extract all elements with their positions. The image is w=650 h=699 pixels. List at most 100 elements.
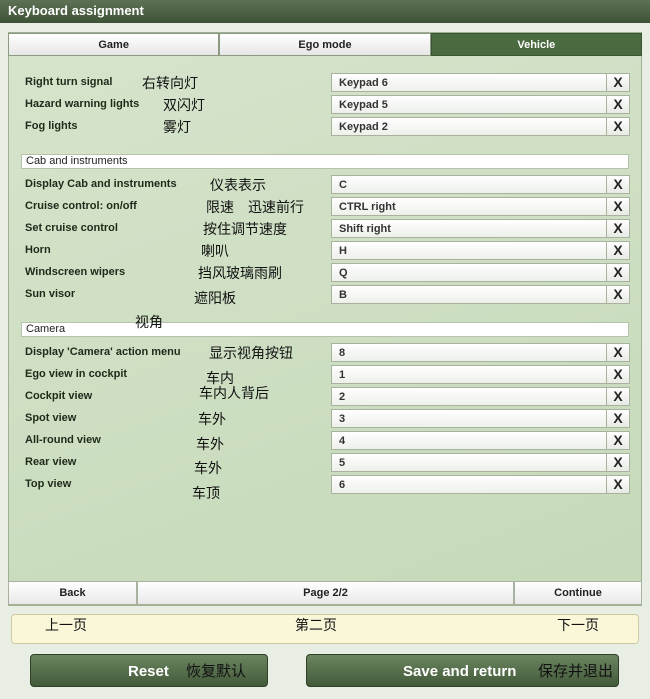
clear-binding-button[interactable]: X	[606, 197, 630, 216]
key-field[interactable]: C	[331, 175, 607, 194]
clear-binding-button[interactable]: X	[606, 285, 630, 304]
clear-binding-button[interactable]: X	[606, 263, 630, 282]
binding-label: All-round view	[25, 434, 101, 446]
save-translation: 保存并退出	[538, 662, 614, 680]
binding-translation: 挡风玻璃雨刷	[198, 266, 282, 282]
key-field[interactable]: Keypad 6	[331, 73, 607, 92]
save-and-return-button[interactable]: Save and return 保存并退出	[306, 654, 619, 687]
binding-row-cruise-control-toggle: Cruise control: on/off 限速 迅速前行 CTRL righ…	[0, 197, 650, 217]
binding-translation: 车内人背后	[199, 386, 269, 402]
binding-translation: 按住调节速度	[203, 222, 287, 238]
key-field[interactable]: H	[331, 241, 607, 260]
clear-binding-button[interactable]: X	[606, 409, 630, 428]
binding-row-spot-view: Spot view 车外 3 X	[0, 409, 650, 429]
page-navigation: Back Page 2/2 Continue	[8, 581, 642, 605]
binding-translation: 右转向灯	[142, 76, 198, 92]
binding-translation: 显示视角按钮	[209, 346, 293, 362]
key-field[interactable]: B	[331, 285, 607, 304]
binding-label: Top view	[25, 478, 72, 490]
key-field[interactable]: Keypad 2	[331, 117, 607, 136]
binding-translation: 车顶	[192, 486, 220, 502]
clear-binding-button[interactable]: X	[606, 431, 630, 450]
binding-translation: 双闪灯	[163, 98, 205, 114]
clear-binding-button[interactable]: X	[606, 117, 630, 136]
binding-row-all-round-view: All-round view 车外 4 X	[0, 431, 650, 453]
binding-translation: 雾灯	[163, 120, 191, 136]
clear-binding-button[interactable]: X	[606, 475, 630, 494]
binding-row-fog-lights: Fog lights 雾灯 Keypad 2 X	[0, 117, 650, 137]
binding-row-cockpit-view: Cockpit view 车内人背后 2 X	[0, 386, 650, 407]
binding-row-camera-menu: Display 'Camera' action menu 显示视角按钮 8 X	[0, 343, 650, 363]
reset-button[interactable]: Reset 恢复默认	[30, 654, 268, 687]
binding-row-sun-visor: Sun visor 遮阳板 B X	[0, 285, 650, 307]
section-header-cab: Cab and instruments	[21, 154, 629, 169]
section-header-camera: Camera 视角	[21, 316, 629, 337]
binding-row-ego-view: Ego view in cockpit 车内 1 X	[0, 365, 650, 387]
key-field[interactable]: 1	[331, 365, 607, 384]
clear-binding-button[interactable]: X	[606, 343, 630, 362]
key-field[interactable]: Keypad 5	[331, 95, 607, 114]
binding-label: Rear view	[25, 456, 77, 468]
binding-label: Windscreen wipers	[25, 266, 126, 278]
binding-label: Fog lights	[25, 120, 78, 132]
reset-label: Reset	[128, 663, 169, 680]
back-button[interactable]: Back	[8, 581, 137, 605]
section-title: Cab and instruments	[26, 155, 128, 167]
window-title: Keyboard assignment	[0, 0, 650, 23]
translation-hint-bar: 上一页 第二页 下一页	[11, 614, 639, 644]
binding-label: Horn	[25, 244, 51, 256]
key-field[interactable]: 5	[331, 453, 607, 472]
binding-label: Cruise control: on/off	[25, 200, 137, 212]
reset-translation: 恢复默认	[186, 662, 247, 680]
section-title: Camera	[26, 323, 66, 335]
binding-label: Cockpit view	[25, 390, 93, 402]
section-translation: 视角	[135, 315, 163, 331]
binding-translation: 喇叭	[201, 244, 229, 260]
page-translation: 第二页	[295, 618, 337, 634]
binding-row-right-turn-signal: Right turn signal 右转向灯 Keypad 6 X	[0, 73, 650, 93]
key-field[interactable]: CTRL right	[331, 197, 607, 216]
clear-binding-button[interactable]: X	[606, 365, 630, 384]
clear-binding-button[interactable]: X	[606, 387, 630, 406]
binding-translation: 车外	[196, 437, 224, 453]
binding-row-top-view: Top view 车顶 6 X	[0, 475, 650, 502]
binding-label: Display Cab and instruments	[25, 178, 177, 190]
binding-row-rear-view: Rear view 车外 5 X	[0, 453, 650, 477]
binding-label: Hazard warning lights	[25, 98, 140, 110]
binding-row-windscreen-wipers: Windscreen wipers 挡风玻璃雨刷 Q X	[0, 263, 650, 283]
tab-bar: Game Ego mode Vehicle	[8, 33, 642, 56]
key-field[interactable]: 6	[331, 475, 607, 494]
binding-label: Sun visor	[25, 288, 76, 300]
clear-binding-button[interactable]: X	[606, 453, 630, 472]
page-indicator: Page 2/2	[137, 581, 514, 605]
binding-translation: 遮阳板	[194, 291, 236, 307]
tab-game[interactable]: Game	[8, 33, 220, 56]
clear-binding-button[interactable]: X	[606, 175, 630, 194]
binding-label: Ego view in cockpit	[25, 368, 128, 380]
tab-vehicle[interactable]: Vehicle	[430, 33, 642, 56]
tab-ego-mode[interactable]: Ego mode	[219, 33, 431, 56]
continue-translation: 下一页	[557, 618, 599, 634]
key-field[interactable]: 3	[331, 409, 607, 428]
continue-button[interactable]: Continue	[514, 581, 642, 605]
clear-binding-button[interactable]: X	[606, 73, 630, 92]
binding-row-hazard-warning-lights: Hazard warning lights 双闪灯 Keypad 5 X	[0, 95, 650, 115]
binding-row-set-cruise-control: Set cruise control 按住调节速度 Shift right X	[0, 219, 650, 239]
binding-label: Set cruise control	[25, 222, 118, 234]
key-field[interactable]: Shift right	[331, 219, 607, 238]
binding-translation: 仪表表示	[210, 178, 266, 194]
binding-label: Spot view	[25, 412, 77, 424]
clear-binding-button[interactable]: X	[606, 219, 630, 238]
clear-binding-button[interactable]: X	[606, 95, 630, 114]
key-field[interactable]: 4	[331, 431, 607, 450]
clear-binding-button[interactable]: X	[606, 241, 630, 260]
key-field[interactable]: 2	[331, 387, 607, 406]
save-label: Save and return	[403, 663, 517, 680]
back-translation: 上一页	[45, 618, 87, 634]
binding-row-horn: Horn 喇叭 H X	[0, 241, 650, 261]
binding-label: Right turn signal	[25, 76, 113, 88]
key-field[interactable]: 8	[331, 343, 607, 362]
binding-row-display-cab: Display Cab and instruments 仪表表示 C X	[0, 175, 650, 195]
binding-translation: 限速 迅速前行	[206, 200, 304, 216]
key-field[interactable]: Q	[331, 263, 607, 282]
